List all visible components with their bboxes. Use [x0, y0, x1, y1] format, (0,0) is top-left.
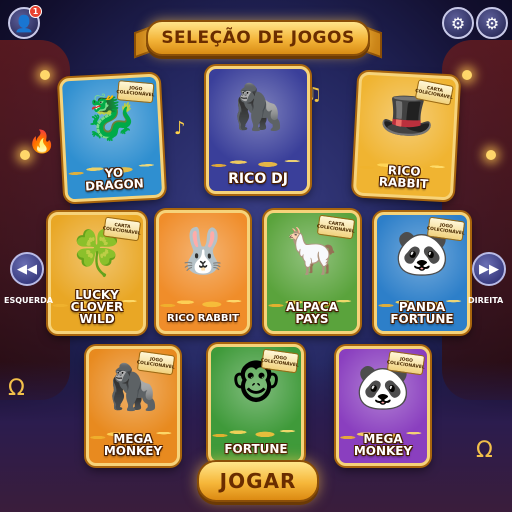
game-card-rico-dj[interactable]: 🦍 RICO DJ [206, 66, 310, 194]
coins-decoration [159, 289, 247, 311]
game-card-title: MEGA MONKEY [103, 432, 163, 458]
coins-decoration [211, 419, 301, 441]
game-card-title: RICO DJ [228, 171, 288, 187]
game-card-panda-fortune[interactable]: 🐼 JOGO COLECIONÁVEL PANDA FORTUNE [374, 212, 470, 334]
game-card-mega-monkey-1[interactable]: 🦍 JOGO COLECIONÁVEL MEGA MONKEY [86, 346, 180, 466]
page-title: SELEÇÃO DE JOGOS [161, 28, 355, 48]
game-card-title: YO DRAGON [84, 165, 145, 194]
settings-button-left[interactable]: ⚙ [442, 7, 474, 39]
game-card-rico-rabbit-top[interactable]: 🎩 CARTA COLECIONÁVEL RICO RABBIT [352, 71, 460, 201]
music-note-icon: ♪ [174, 118, 186, 139]
game-card-title: PANDA FORTUNE [390, 300, 454, 326]
title-banner: SELEÇÃO DE JOGOS [146, 20, 370, 56]
nav-left-label: ESQUERDA [4, 296, 53, 305]
game-card-title: LUCKY CLOVER WILD [70, 288, 124, 326]
gear-icon: ⚙ [484, 13, 500, 33]
horseshoe-icon: Ω [8, 376, 25, 401]
collectible-badge: JOGO COLECIONÁVEL [116, 80, 155, 104]
play-button[interactable]: JOGAR [197, 460, 319, 502]
game-card-title: ALPACA PAYS [285, 300, 338, 326]
background-light [486, 150, 496, 160]
game-card-yo-dragon[interactable]: 🐉 JOGO COLECIONÁVEL YO DRAGON [58, 73, 166, 203]
background-light [40, 70, 50, 80]
game-card-rico-rabbit[interactable]: 🐰 RICO RABBIT [156, 210, 250, 334]
horseshoe-icon: Ω [476, 438, 493, 463]
settings-button-right[interactable]: ⚙ [476, 7, 508, 39]
coins-decoration [209, 149, 307, 171]
nav-right-label: DIREITA [468, 296, 504, 305]
game-card-title: RICO RABBIT [378, 163, 429, 192]
game-card-title: RICO RABBIT [167, 313, 239, 324]
fire-icon: 🔥 [28, 130, 56, 155]
gear-icon: ⚙ [450, 13, 466, 33]
notification-badge: 1 [29, 5, 42, 18]
game-card-title: MEGA MONKEY [353, 432, 413, 458]
game-card-alpaca-pays[interactable]: 🦙 CARTA COLECIONÁVEL ALPACA PAYS [264, 210, 360, 334]
nav-right-button[interactable]: ▶▶ [472, 252, 506, 286]
game-card-title: FORTUNE [224, 442, 288, 456]
game-card-mega-monkey-2[interactable]: 🐼 JOGO COLECIONÁVEL MEGA MONKEY [336, 346, 430, 466]
game-card-fortune[interactable]: 🐵 JOGO COLECIONÁVEL FORTUNE [208, 344, 304, 464]
game-card-lucky-clover-wild[interactable]: 🍀 CARTA COLECIONÁVEL LUCKY CLOVER WILD [48, 212, 146, 334]
profile-button[interactable]: 👤 1 [8, 5, 42, 39]
fast-forward-icon: ▶▶ [479, 261, 499, 277]
nav-left-button[interactable]: ◀◀ [10, 252, 44, 286]
rewind-icon: ◀◀ [17, 261, 37, 277]
background-light [462, 70, 472, 80]
